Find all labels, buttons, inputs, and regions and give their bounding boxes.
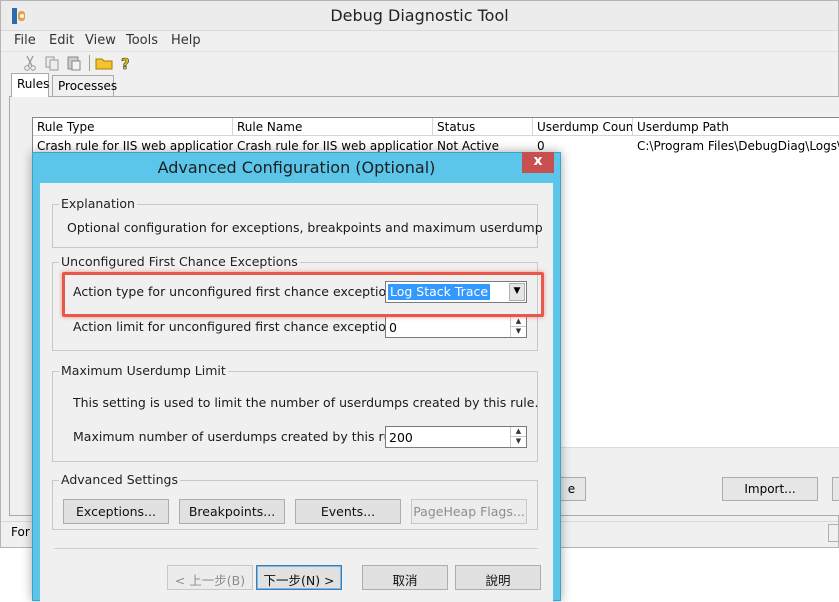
advanced-settings-group-title: Advanced Settings: [59, 472, 180, 487]
copy-icon[interactable]: [43, 54, 61, 72]
explanation-group-title: Explanation: [59, 196, 137, 211]
offscreen-button[interactable]: [832, 477, 839, 501]
status-panel: [828, 524, 839, 542]
tab-rules[interactable]: Rules: [11, 73, 49, 97]
max-userdump-stepper[interactable]: 200 ▲ ▼: [385, 426, 527, 448]
action-limit-stepper[interactable]: 0 ▲ ▼: [385, 316, 527, 338]
menu-help[interactable]: Help: [171, 33, 201, 48]
svg-text:?: ?: [121, 55, 130, 72]
max-userdump-label: Maximum number of userdumps created by t…: [73, 429, 407, 444]
column-userdump-count[interactable]: Userdump Count: [533, 118, 633, 136]
close-icon: x: [533, 153, 543, 169]
action-limit-spin-buttons: ▲ ▼: [510, 317, 526, 337]
menubar: File Edit View Tools Help: [1, 31, 838, 51]
open-folder-icon[interactable]: [95, 54, 113, 72]
dialog-separator: [54, 548, 538, 549]
menu-view[interactable]: View: [85, 33, 116, 48]
dialog-client-area: Explanation Optional configuration for e…: [40, 183, 553, 602]
spin-up-icon[interactable]: ▲: [511, 427, 526, 437]
help-button[interactable]: 說明: [455, 565, 541, 590]
exceptions-button[interactable]: Exceptions...: [63, 499, 169, 524]
listview-header: Rule Type Rule Name Status Userdump Coun…: [33, 118, 839, 136]
paste-icon[interactable]: [65, 54, 83, 72]
dialog-title: Advanced Configuration (Optional): [157, 158, 436, 177]
column-rule-name[interactable]: Rule Name: [233, 118, 433, 136]
column-status[interactable]: Status: [433, 118, 533, 136]
spin-up-icon[interactable]: ▲: [511, 317, 526, 327]
explanation-group: Explanation Optional configuration for e…: [52, 196, 543, 248]
max-userdump-group: Maximum Userdump Limit This setting is u…: [52, 363, 539, 462]
action-limit-value[interactable]: 0: [389, 320, 397, 335]
listview-horizontal-scrollbar[interactable]: [540, 447, 839, 463]
spin-down-icon[interactable]: ▼: [511, 437, 526, 447]
action-limit-label: Action limit for unconfigured first chan…: [73, 319, 405, 334]
back-button: < 上一步(B): [167, 565, 253, 590]
max-userdump-description: This setting is used to limit the number…: [73, 395, 539, 410]
import-button[interactable]: Import...: [722, 477, 818, 501]
column-userdump-path[interactable]: Userdump Path: [633, 118, 839, 136]
cell-userdump-path: C:\Program Files\DebugDiag\Logs\Crash ru: [637, 139, 839, 153]
max-userdump-group-title: Maximum Userdump Limit: [59, 363, 228, 378]
advanced-configuration-dialog: Advanced Configuration (Optional) x Expl…: [32, 152, 561, 602]
partially-hidden-button[interactable]: e: [558, 477, 586, 501]
toolbar: ?: [1, 51, 838, 73]
toolbar-separator: [89, 55, 90, 71]
pageheap-flags-button: PageHeap Flags...: [411, 499, 527, 524]
explanation-text: Optional configuration for exceptions, b…: [67, 220, 543, 235]
spin-down-icon[interactable]: ▼: [511, 327, 526, 337]
menu-tools[interactable]: Tools: [126, 33, 158, 48]
tab-processes[interactable]: Processes: [52, 75, 117, 97]
max-userdump-spin-buttons: ▲ ▼: [510, 427, 526, 447]
cancel-button[interactable]: 取消: [362, 565, 448, 590]
help-icon[interactable]: ?: [117, 54, 135, 74]
status-text: For: [11, 525, 30, 539]
menu-edit[interactable]: Edit: [49, 33, 74, 48]
main-titlebar: Debug Diagnostic Tool: [1, 1, 838, 31]
advanced-settings-group: Advanced Settings Exceptions... Breakpoi…: [52, 472, 538, 530]
next-button[interactable]: 下一步(N) >: [256, 565, 342, 590]
menu-file[interactable]: File: [14, 33, 36, 48]
column-rule-type[interactable]: Rule Type: [33, 118, 233, 136]
events-button[interactable]: Events...: [295, 499, 401, 524]
max-userdump-value[interactable]: 200: [389, 430, 413, 445]
close-button[interactable]: x: [522, 152, 554, 173]
cut-icon[interactable]: [21, 54, 39, 72]
main-window-title: Debug Diagnostic Tool: [330, 6, 509, 25]
breakpoints-button[interactable]: Breakpoints...: [179, 499, 285, 524]
highlight-frame: [62, 272, 544, 317]
unconfigured-exceptions-group-title: Unconfigured First Chance Exceptions: [59, 254, 300, 269]
